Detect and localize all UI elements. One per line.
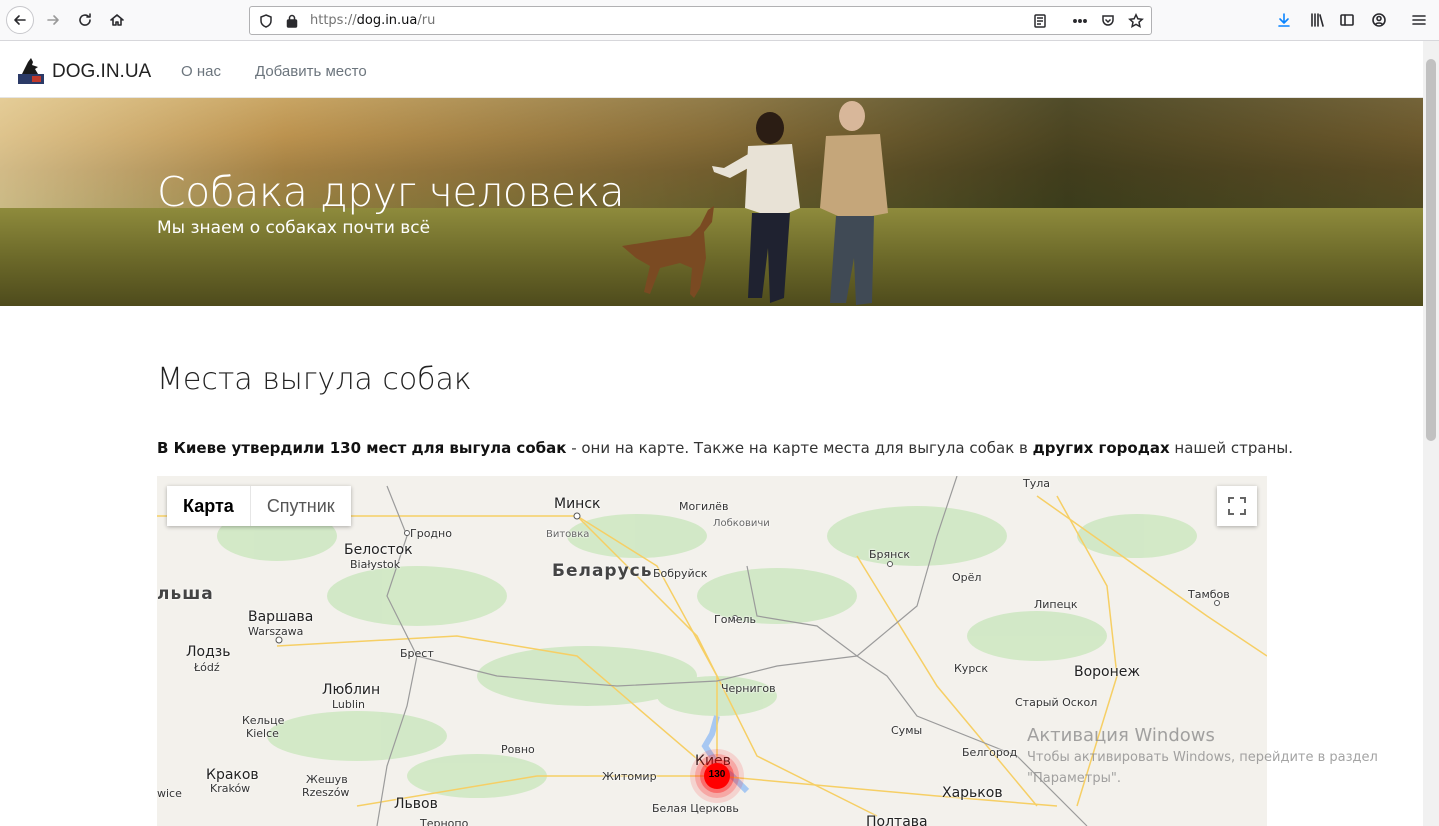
- marker-cluster-kiev[interactable]: 130: [689, 748, 745, 804]
- map-label-orel: Орёл: [952, 571, 982, 584]
- watermark-line2: Чтобы активировать Windows, перейдите в …: [1027, 750, 1378, 765]
- watermark-line3: "Параметры".: [1027, 771, 1121, 786]
- sidebar-icon: [1340, 14, 1354, 26]
- hero-title: Собака друг человека: [157, 168, 625, 216]
- map-label-bryansk: Брянск: [869, 548, 911, 561]
- browser-toolbar: https://dog.in.ua/ru: [0, 0, 1439, 41]
- lock-icon[interactable]: [284, 13, 300, 29]
- map-label-vitovka: Витовка: [546, 529, 590, 540]
- arrow-right-icon: [47, 15, 59, 25]
- map-label-kielce-pl: Kielce: [246, 727, 279, 740]
- bookmark-star-icon[interactable]: [1128, 13, 1144, 29]
- home-button[interactable]: [104, 7, 130, 33]
- map-label-warszawa: Warszawa: [248, 625, 304, 638]
- intro-text-1: - они на карте. Также на карте места для…: [566, 439, 1033, 457]
- map-label-lviv: Львов: [394, 796, 438, 812]
- map-label-poland: льша: [157, 584, 214, 604]
- library-button[interactable]: [1304, 7, 1330, 33]
- site-brand[interactable]: DOG.IN.UA: [52, 61, 151, 83]
- map-label-wice: wice: [157, 787, 182, 800]
- map-label-krakow-pl: Kraków: [210, 782, 251, 795]
- map-label-lobkovichi: Лобковичи: [713, 518, 770, 529]
- map-label-sumy: Сумы: [891, 724, 923, 737]
- map-label-ternopol: Тернопо: [420, 817, 469, 826]
- fullscreen-icon: [1228, 497, 1246, 515]
- map-label-kielce: Кельце: [242, 714, 285, 727]
- shield-icon[interactable]: [258, 13, 274, 29]
- map-label-lipetsk: Липецк: [1034, 598, 1078, 611]
- download-icon: [1278, 13, 1290, 27]
- reload-icon: [79, 13, 91, 26]
- scrollbar-thumb[interactable]: [1426, 59, 1436, 441]
- url-path: /ru: [417, 13, 436, 28]
- account-button[interactable]: [1366, 7, 1392, 33]
- arrow-left-icon: [14, 15, 26, 25]
- map-label-lodz-pl: Łódź: [194, 661, 220, 674]
- map-label-rzeszow-pl: Rzeszów: [302, 786, 350, 799]
- map-label-rzeszow: Жешув: [306, 773, 348, 786]
- hero-subtitle: Мы знаем о собаках почти всё: [157, 218, 431, 238]
- map-label-kursk: Курск: [954, 662, 988, 675]
- map-type-satellite-button[interactable]: Спутник: [249, 486, 351, 526]
- url-scheme: https://: [310, 13, 357, 28]
- watermark-title: Активация Windows: [1027, 725, 1215, 746]
- fullscreen-button[interactable]: [1217, 486, 1257, 526]
- downloads-button[interactable]: [1271, 7, 1297, 33]
- nav-link-add-place[interactable]: Добавить место: [255, 63, 367, 80]
- menu-button[interactable]: [1406, 7, 1432, 33]
- site-navbar: DOG.IN.UA О нас Добавить место: [0, 41, 1423, 98]
- windows-activation-watermark: Активация Windows Чтобы активировать Win…: [1027, 725, 1378, 788]
- page-actions-icon[interactable]: [1072, 13, 1088, 29]
- map-label-zhitomir: Житомир: [602, 770, 657, 783]
- map-label-chernigov: Чернигов: [721, 682, 776, 695]
- map-label-gomel: Гомель: [714, 613, 757, 626]
- back-button[interactable]: [6, 6, 34, 34]
- intro-bold-kiev: В Киеве утвердили 130 мест для выгула со…: [157, 439, 567, 457]
- map-label-tambov: Тамбов: [1188, 588, 1230, 601]
- map-label-minsk: Минск: [554, 496, 601, 512]
- map-label-rovno: Ровно: [501, 743, 535, 756]
- map-label-lublin: Люблин: [322, 682, 381, 698]
- map-label-tula: Тула: [1023, 477, 1051, 490]
- library-icon: [1311, 13, 1324, 27]
- map-type-roadmap-button[interactable]: Карта: [167, 486, 250, 526]
- reader-view-icon[interactable]: [1032, 13, 1048, 29]
- map-label-belarus: Беларусь: [552, 561, 653, 581]
- pocket-icon[interactable]: [1100, 13, 1116, 29]
- hero-banner: Собака друг человека Мы знаем о собаках …: [0, 98, 1423, 306]
- map-label-mogilev: Могилёв: [679, 500, 729, 513]
- map-label-bialystok: Białystok: [350, 558, 401, 571]
- map-label-warsaw: Варшава: [248, 609, 314, 625]
- nav-link-about[interactable]: О нас: [181, 63, 221, 80]
- cluster-count: 130: [708, 769, 726, 780]
- url-domain: dog.in.ua: [356, 13, 418, 28]
- account-icon: [1372, 13, 1386, 27]
- map-label-belgorod: Белгород: [962, 746, 1018, 759]
- map-label-stary-oskol: Старый Оскол: [1015, 696, 1098, 709]
- sidebar-button[interactable]: [1334, 7, 1360, 33]
- map-label-kharkov: Харьков: [942, 785, 1003, 801]
- intro-text-2: нашей страны.: [1169, 439, 1293, 457]
- map-label-lublin-pl: Lublin: [332, 698, 365, 711]
- map-label-voronezh: Воронеж: [1074, 664, 1141, 680]
- home-icon: [110, 14, 124, 26]
- url-text: https://dog.in.ua/ru: [310, 13, 435, 28]
- hamburger-menu-icon: [1412, 15, 1426, 25]
- site-logo-icon[interactable]: [18, 56, 44, 84]
- map-label-poltava: Полтава: [866, 814, 928, 826]
- map-label-grodno: Гродно: [410, 527, 452, 540]
- map-label-belostok: Белосток: [344, 542, 413, 558]
- page-scrollbar[interactable]: [1423, 41, 1439, 826]
- other-cities-link[interactable]: других городах: [1033, 439, 1170, 457]
- url-bar[interactable]: https://dog.in.ua/ru: [249, 6, 1152, 35]
- map-label-bobruisk: Бобруйск: [653, 567, 708, 580]
- map-type-control: Карта Спутник: [167, 486, 351, 526]
- section-heading: Места выгула собак: [157, 362, 472, 397]
- reload-button[interactable]: [72, 7, 98, 33]
- map-label-krakow: Краков: [206, 767, 259, 783]
- intro-paragraph: В Киеве утвердили 130 мест для выгула со…: [157, 439, 1293, 457]
- map-label-lodz: Лодзь: [186, 644, 231, 660]
- map-label-brest: Брест: [400, 647, 434, 660]
- forward-button[interactable]: [40, 7, 66, 33]
